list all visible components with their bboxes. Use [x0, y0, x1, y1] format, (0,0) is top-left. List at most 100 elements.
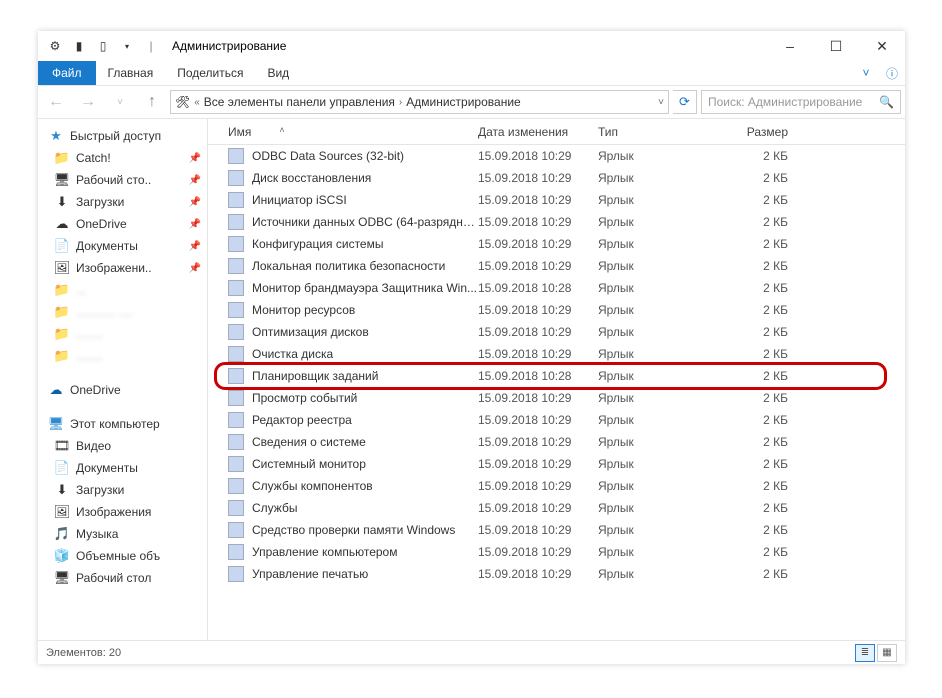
folder-icon[interactable]: ▮: [68, 35, 90, 57]
chevron-left-icon[interactable]: «: [194, 97, 200, 108]
pc-icon: 🖥: [48, 416, 64, 432]
minimize-button[interactable]: –: [767, 31, 813, 61]
breadcrumb-item[interactable]: Все элементы панели управления: [204, 95, 395, 109]
file-row[interactable]: Средство проверки памяти Windows15.09.20…: [208, 519, 905, 541]
sidebar-item[interactable]: 🖥Рабочий стол: [38, 567, 207, 589]
sidebar-item[interactable]: 🖼Изображени..📌: [38, 257, 207, 279]
close-button[interactable]: ✕: [859, 31, 905, 61]
sidebar-item[interactable]: 📁........: [38, 323, 207, 345]
column-name[interactable]: Имя ˄: [228, 125, 478, 139]
sidebar-item[interactable]: 📁........: [38, 345, 207, 367]
shortcut-icon: [228, 324, 244, 340]
sidebar-item[interactable]: ☁OneDrive📌: [38, 213, 207, 235]
sidebar-item[interactable]: 📁............ ....: [38, 301, 207, 323]
file-row[interactable]: Оптимизация дисков15.09.2018 10:29Ярлык2…: [208, 321, 905, 343]
column-size[interactable]: Размер: [718, 125, 798, 139]
sidebar-item[interactable]: 🎵Музыка: [38, 523, 207, 545]
folder-icon: ⬇: [54, 482, 70, 498]
folder-icon: 📁: [54, 326, 70, 342]
breadcrumb-dropdown-icon[interactable]: ˅: [658, 97, 664, 108]
breadcrumb-item[interactable]: Администрирование: [406, 95, 520, 109]
shortcut-icon: [228, 214, 244, 230]
file-row[interactable]: Службы15.09.2018 10:29Ярлык2 КБ: [208, 497, 905, 519]
sidebar-item[interactable]: 📁Catch!📌: [38, 147, 207, 169]
file-row[interactable]: Диск восстановления15.09.2018 10:29Ярлык…: [208, 167, 905, 189]
status-bar: Элементов: 20 ≣ ▦: [38, 640, 905, 664]
file-row[interactable]: Конфигурация системы15.09.2018 10:29Ярлы…: [208, 233, 905, 255]
sidebar-item[interactable]: 🖼Изображения: [38, 501, 207, 523]
explorer-window: ⚙ ▮ ▯ ▾ | Администрирование – ☐ ✕ Файл Г…: [38, 31, 905, 664]
cloud-icon: ☁: [48, 382, 64, 398]
folder-icon: 📄: [54, 238, 70, 254]
pin-icon: 📌: [189, 197, 201, 208]
help-icon[interactable]: ⓘ: [879, 61, 905, 85]
shortcut-icon: [228, 236, 244, 252]
sidebar-item[interactable]: ⬇Загрузки📌: [38, 191, 207, 213]
pin-icon: 📌: [189, 263, 201, 274]
folder-icon: 🎵: [54, 526, 70, 542]
column-date[interactable]: Дата изменения: [478, 125, 598, 139]
file-row[interactable]: Источники данных ODBC (64-разрядна...15.…: [208, 211, 905, 233]
maximize-button[interactable]: ☐: [813, 31, 859, 61]
status-text: Элементов: 20: [46, 647, 121, 659]
file-row[interactable]: Управление печатью15.09.2018 10:29Ярлык2…: [208, 563, 905, 585]
nav-forward-button[interactable]: →: [74, 88, 102, 116]
sidebar-item[interactable]: 🖥Рабочий сто..📌: [38, 169, 207, 191]
refresh-button[interactable]: ⟳: [673, 90, 697, 114]
file-tab[interactable]: Файл: [38, 61, 96, 85]
shortcut-icon: [228, 522, 244, 538]
ribbon: Файл Главная Поделиться Вид ˅ ⓘ: [38, 61, 905, 85]
column-type[interactable]: Тип: [598, 125, 718, 139]
shortcut-icon: [228, 544, 244, 560]
sidebar-item[interactable]: ⬇Загрузки: [38, 479, 207, 501]
sidebar-onedrive[interactable]: ☁ OneDrive: [38, 379, 207, 401]
search-input[interactable]: Поиск: Администрирование 🔍: [701, 90, 901, 114]
titlebar: ⚙ ▮ ▯ ▾ | Администрирование – ☐ ✕: [38, 31, 905, 61]
file-row[interactable]: Редактор реестра15.09.2018 10:29Ярлык2 К…: [208, 409, 905, 431]
file-row[interactable]: ODBC Data Sources (32-bit)15.09.2018 10:…: [208, 145, 905, 167]
folder-icon-2[interactable]: ▯: [92, 35, 114, 57]
nav-back-button[interactable]: ←: [42, 88, 70, 116]
file-row[interactable]: Планировщик заданий15.09.2018 10:28Ярлык…: [208, 365, 905, 387]
file-row[interactable]: Локальная политика безопасности15.09.201…: [208, 255, 905, 277]
breadcrumb[interactable]: 🛠 « Все элементы панели управления › Адм…: [170, 90, 669, 114]
sidebar-quick-access[interactable]: ★ Быстрый доступ: [38, 125, 207, 147]
file-row[interactable]: Системный монитор15.09.2018 10:29Ярлык2 …: [208, 453, 905, 475]
file-row[interactable]: Просмотр событий15.09.2018 10:29Ярлык2 К…: [208, 387, 905, 409]
file-row[interactable]: Службы компонентов15.09.2018 10:29Ярлык2…: [208, 475, 905, 497]
file-row[interactable]: Очистка диска15.09.2018 10:29Ярлык2 КБ: [208, 343, 905, 365]
tab-share[interactable]: Поделиться: [165, 61, 255, 85]
file-row[interactable]: Инициатор iSCSI15.09.2018 10:29Ярлык2 КБ: [208, 189, 905, 211]
folder-icon: ☁: [54, 216, 70, 232]
sidebar-item[interactable]: 📄Документы: [38, 457, 207, 479]
file-row[interactable]: Управление компьютером15.09.2018 10:29Яр…: [208, 541, 905, 563]
ribbon-collapse-icon[interactable]: ˅: [853, 61, 879, 85]
view-details-button[interactable]: ≣: [855, 644, 875, 662]
address-bar: ← → ˅ ↑ 🛠 « Все элементы панели управлен…: [38, 85, 905, 119]
folder-icon: 🧊: [54, 548, 70, 564]
sidebar-item[interactable]: 📁...: [38, 279, 207, 301]
tools-icon[interactable]: ⚙: [44, 35, 66, 57]
nav-recent-icon[interactable]: ˅: [106, 88, 134, 116]
folder-icon: 📁: [54, 304, 70, 320]
tab-view[interactable]: Вид: [255, 61, 301, 85]
tab-home[interactable]: Главная: [96, 61, 166, 85]
chevron-right-icon: ›: [399, 97, 402, 108]
quick-access-toolbar: ⚙ ▮ ▯ ▾ |: [44, 35, 162, 57]
sidebar-item[interactable]: 🧊Объемные объ: [38, 545, 207, 567]
search-icon[interactable]: 🔍: [879, 95, 894, 109]
shortcut-icon: [228, 434, 244, 450]
folder-icon: 📁: [54, 150, 70, 166]
file-row[interactable]: Монитор ресурсов15.09.2018 10:29Ярлык2 К…: [208, 299, 905, 321]
qat-dropdown-icon[interactable]: ▾: [116, 35, 138, 57]
nav-up-button[interactable]: ↑: [138, 88, 166, 116]
sidebar-item[interactable]: 📄Документы📌: [38, 235, 207, 257]
sidebar-this-pc[interactable]: 🖥 Этот компьютер: [38, 413, 207, 435]
shortcut-icon: [228, 456, 244, 472]
file-row[interactable]: Сведения о системе15.09.2018 10:29Ярлык2…: [208, 431, 905, 453]
file-row[interactable]: Монитор брандмауэра Защитника Win...15.0…: [208, 277, 905, 299]
sidebar-item[interactable]: 🎞Видео: [38, 435, 207, 457]
pin-icon: 📌: [189, 153, 201, 164]
pin-icon: 📌: [189, 175, 201, 186]
view-icons-button[interactable]: ▦: [877, 644, 897, 662]
